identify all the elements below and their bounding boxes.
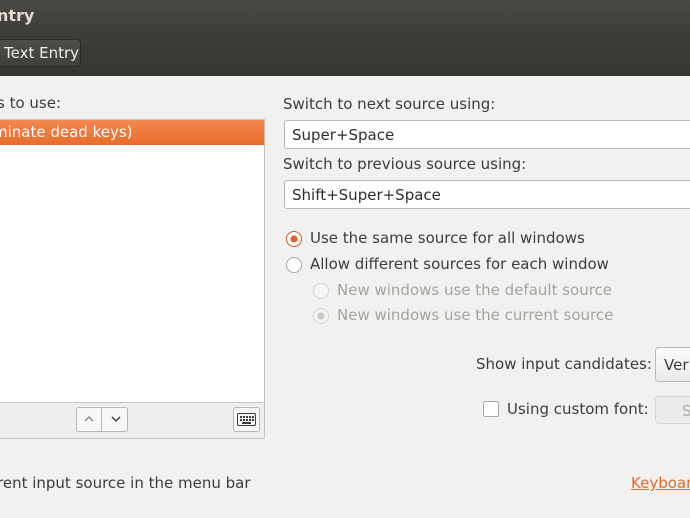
same-source-radio[interactable] [286, 231, 302, 247]
keyboard-icon [237, 413, 256, 426]
chevron-down-icon [110, 416, 121, 423]
title-bar: ntry [0, 0, 690, 33]
input-sources-list[interactable]: minate dead keys) [0, 119, 265, 439]
default-source-radio[interactable] [313, 283, 329, 299]
input-candidates-label: Show input candidates: [476, 355, 652, 373]
list-item-selected[interactable]: minate dead keys) [0, 120, 264, 145]
input-sources-label: s to use: [0, 94, 62, 112]
list-item-label: minate dead keys) [0, 123, 133, 141]
previous-source-label: Switch to previous source using: [283, 155, 527, 173]
custom-font-checkbox[interactable] [483, 401, 499, 417]
current-source-radio[interactable] [313, 308, 329, 324]
list-toolbar [0, 402, 264, 438]
custom-font-label[interactable]: Using custom font: [507, 400, 649, 418]
show-keyboard-layout-button[interactable] [233, 407, 260, 432]
move-down-button[interactable] [103, 408, 128, 431]
different-sources-radio[interactable] [286, 257, 302, 273]
default-source-label: New windows use the default source [337, 281, 613, 299]
move-up-button[interactable] [77, 408, 102, 431]
keyboard-settings-link[interactable]: Keyboar [631, 474, 690, 492]
different-sources-label[interactable]: Allow different sources for each window [310, 255, 609, 273]
toolbar: Text Entry [0, 33, 690, 76]
window-title: ntry [0, 6, 35, 25]
breadcrumb-text-entry[interactable]: Text Entry [0, 39, 81, 67]
input-candidates-combo[interactable]: Ver [655, 347, 690, 382]
next-source-label: Switch to next source using: [283, 95, 496, 113]
same-source-label[interactable]: Use the same source for all windows [310, 229, 585, 247]
custom-font-button[interactable]: S [655, 396, 690, 424]
next-source-shortcut-field[interactable]: Super+Space [284, 120, 690, 149]
reorder-buttons [76, 407, 128, 432]
previous-source-shortcut-field[interactable]: Shift+Super+Space [284, 180, 690, 209]
menu-bar-indicator-label[interactable]: rent input source in the menu bar [0, 474, 250, 492]
chevron-up-icon [84, 415, 94, 422]
current-source-label: New windows use the current source [337, 306, 614, 324]
